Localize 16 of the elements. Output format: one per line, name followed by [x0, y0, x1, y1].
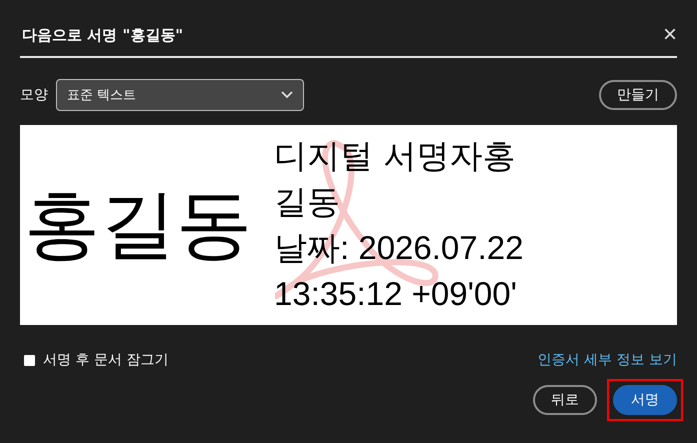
appearance-dropdown[interactable]: 표준 텍스트 [56, 79, 304, 111]
signature-detail-line: 길동 [274, 181, 341, 223]
signature-detail-line: 날짜: 2026.07.22 [274, 228, 524, 268]
signature-detail-line: 디지털 서명자홍 [274, 135, 516, 177]
lock-checkbox[interactable] [24, 354, 35, 366]
sign-button[interactable]: 서명 [613, 385, 677, 415]
back-button[interactable]: 뒤로 [533, 385, 597, 415]
chevron-down-icon [281, 91, 293, 99]
create-button[interactable]: 만들기 [599, 80, 677, 110]
lock-label: 서명 후 문서 잠그기 [43, 351, 168, 369]
certificate-details-link[interactable]: 인증서 세부 정보 보기 [538, 351, 677, 369]
signature-detail-line: 13:35:12 +09'00' [274, 274, 518, 314]
appearance-label: 모양 [20, 86, 48, 104]
close-button[interactable]: × [662, 23, 677, 47]
dialog-title: 다음으로 서명 "홍길동" [22, 26, 184, 44]
signature-name: 홍길동 [24, 178, 252, 270]
